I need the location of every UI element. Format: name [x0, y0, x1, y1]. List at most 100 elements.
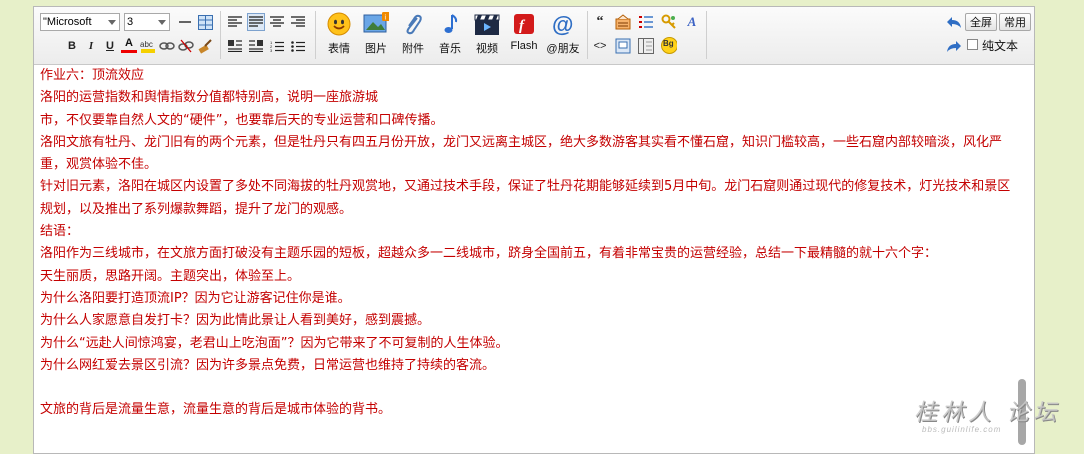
emoji-button[interactable]: 表情: [322, 11, 356, 61]
align-justify-icon: [249, 16, 263, 27]
bg-label: Bg: [663, 39, 674, 48]
unordered-list-button[interactable]: [290, 38, 306, 54]
free-tag-icon: [615, 14, 631, 30]
font-size-select[interactable]: 3: [124, 13, 170, 31]
font-family-select[interactable]: "Microsoft: [40, 13, 120, 31]
hide-box-icon: [615, 38, 631, 54]
flash-icon: f: [511, 11, 537, 37]
password-button[interactable]: [661, 14, 677, 30]
svg-text:@: @: [552, 12, 573, 36]
hide-content-button[interactable]: [615, 38, 631, 54]
paragraph: 为什么“远赴人间惊鸿宴，老君山上吃泡面”？因为它带来了不可复制的人生体验。: [40, 335, 509, 351]
float-right-button[interactable]: [248, 38, 264, 54]
music-note-icon: [437, 11, 463, 37]
emoji-label: 表情: [328, 43, 350, 55]
rich-text-editor: "Microsoft 3 B I U A abc 1 2 3 表情 i 图片 附…: [33, 6, 1056, 454]
paragraph: 市，不仅要靠自然人文的“硬件”，也要靠后天的专业运营和口碑传播。: [40, 112, 444, 128]
unlink-button[interactable]: [178, 38, 194, 54]
undo-button[interactable]: [946, 15, 962, 31]
bullet-list-icon: [291, 41, 305, 52]
svg-text:3: 3: [270, 48, 273, 52]
highlighter-icon: abc: [140, 40, 155, 53]
clapperboard-icon: [474, 11, 500, 37]
index-button[interactable]: [638, 14, 654, 30]
attachment-button[interactable]: 附件: [396, 11, 430, 61]
paragraph: 为什么网红爱去景区引流？因为许多景点免费，日常运营也维持了持续的客流。: [40, 357, 496, 373]
paragraph: 作业六：顶流效应: [40, 68, 145, 83]
ordered-list-button[interactable]: 123: [269, 38, 285, 54]
paragraph: 文旅的背后是流量生意，流量生意的背后是城市体验的背书。: [40, 402, 392, 418]
background-button[interactable]: Bg: [661, 36, 677, 54]
link-button[interactable]: [159, 38, 175, 54]
video-button[interactable]: 视频: [470, 11, 504, 61]
music-button[interactable]: 音乐: [433, 11, 467, 61]
plain-text-label: 纯文本: [982, 39, 1019, 53]
paragraph: 为什么洛阳要打造顶流IP？因为它让游客记住你是谁。: [40, 290, 351, 306]
columns-icon: [638, 38, 654, 54]
smiley-icon: [326, 11, 352, 37]
horizontal-line-icon: [179, 21, 191, 23]
paragraph: 为什么人家愿意自发打卡？因为此情此景让人看到美好，感到震撼。: [40, 313, 431, 329]
toolbar-separator: [587, 11, 588, 59]
align-right-icon: [291, 16, 305, 27]
align-justify-button[interactable]: [247, 13, 265, 31]
font-color-button[interactable]: A: [121, 36, 137, 53]
paperclip-icon: [400, 11, 426, 37]
italic-button[interactable]: I: [83, 38, 99, 54]
clear-format-button[interactable]: [197, 38, 213, 54]
toolbar-separator: [220, 11, 221, 59]
font-family-value: "Microsoft: [43, 16, 92, 28]
image-label: 图片: [365, 43, 387, 55]
editor-content[interactable]: 作业六：顶流效应 洛阳的运营指数和舆情指数分值都特别高，说明一座旅游城 市，不仅…: [40, 65, 1020, 453]
align-center-button[interactable]: [269, 14, 285, 30]
float-left-button[interactable]: [227, 38, 243, 54]
highlight-button[interactable]: abc: [140, 38, 156, 54]
horizontal-rule-button[interactable]: [177, 14, 193, 30]
mention-button[interactable]: @ @朋友: [544, 11, 582, 61]
image-button[interactable]: i 图片: [359, 11, 393, 61]
code-button[interactable]: <>: [592, 38, 608, 54]
editor-toolbar: "Microsoft 3 B I U A abc 1 2 3 表情 i 图片 附…: [34, 7, 1034, 65]
bold-button[interactable]: B: [64, 38, 80, 54]
chevron-down-icon: [158, 20, 166, 25]
paragraph: 洛阳的运营指数和舆情指数分值都特别高，说明一座旅游城: [40, 90, 379, 106]
columns-button[interactable]: [638, 38, 654, 54]
flash-label: Flash: [510, 40, 538, 52]
font-size-value: 3: [127, 16, 134, 28]
underline-button[interactable]: U: [102, 38, 118, 54]
index-list-icon: [639, 16, 653, 28]
plain-text-checkbox[interactable]: [967, 39, 978, 50]
toolbar-separator: [315, 11, 316, 59]
link-icon: [159, 42, 175, 50]
align-left-icon: [228, 16, 242, 27]
text-style-button[interactable]: A: [684, 14, 700, 30]
free-tag-button[interactable]: [615, 14, 631, 30]
image-icon: i: [363, 11, 389, 37]
svg-text:abc: abc: [140, 40, 153, 49]
align-right-button[interactable]: [290, 14, 306, 30]
brush-icon: [198, 39, 212, 54]
table-icon: [197, 14, 213, 30]
float-left-icon: [228, 40, 242, 52]
float-right-icon: [249, 40, 263, 52]
attachment-label: 附件: [402, 43, 424, 55]
redo-arrow-icon: [947, 41, 961, 52]
paragraph: 结语：: [40, 224, 80, 240]
fullscreen-button[interactable]: 全屏: [965, 13, 997, 31]
quote-button[interactable]: “: [592, 14, 608, 30]
align-left-button[interactable]: [227, 14, 243, 30]
music-label: 音乐: [439, 43, 461, 55]
redo-button[interactable]: [946, 39, 962, 55]
align-center-icon: [270, 16, 284, 27]
scrollbar-thumb[interactable]: [1018, 379, 1026, 445]
toolbar-separator: [706, 11, 707, 59]
at-sign-icon: @: [550, 11, 576, 37]
paragraph: 针对旧元素，洛阳在城区内设置了多处不同海拔的牡丹观赏地，又通过技术手段，保证了牡…: [40, 179, 1011, 217]
flash-button[interactable]: f Flash: [507, 11, 541, 61]
paragraph: 洛阳作为三线城市，在文旅方面打破没有主题乐园的短板，超越众多一二线城市，跻身全国…: [40, 246, 938, 262]
paragraph: 洛阳文旅有牡丹、龙门旧有的两个元素，但是牡丹只有四五月份开放，龙门又远离主城区，…: [40, 134, 1003, 173]
video-label: 视频: [476, 43, 498, 55]
table-button[interactable]: [197, 14, 213, 30]
common-button[interactable]: 常用: [999, 13, 1031, 31]
paragraph: 天生丽质，思路开阔。主题突出，体验至上。: [40, 268, 301, 284]
